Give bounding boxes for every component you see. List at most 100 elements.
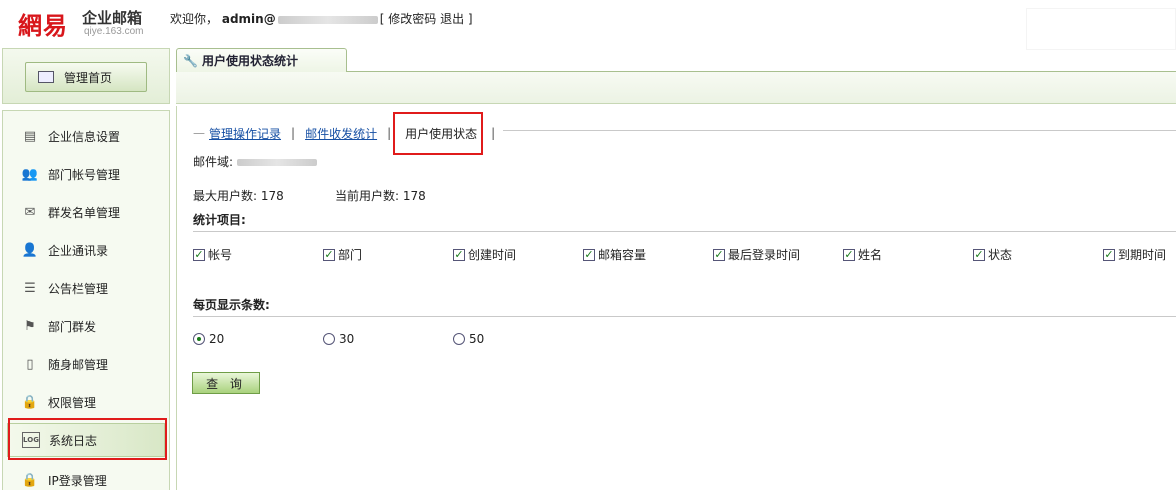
- tab-bar: 🔧 用户使用状态统计: [176, 48, 1176, 72]
- stat-item-checkbox[interactable]: ✓ 最后登录时间: [713, 246, 800, 263]
- sidebar-item-label: 企业通讯录: [48, 243, 109, 258]
- sidebar-home-panel: 管理首页: [2, 48, 170, 104]
- stat-items-title: 统计项目:: [193, 213, 246, 227]
- stat-item-checkbox[interactable]: ✓ 状态: [973, 246, 1012, 263]
- radio-icon[interactable]: [453, 333, 465, 345]
- sidebar-item-8[interactable]: LOG 系统日志: [7, 423, 165, 457]
- stat-items-divider: [193, 231, 1176, 232]
- sidebar-item-5[interactable]: ⚑ 部门群发: [7, 309, 165, 343]
- department-mail-icon: ⚑: [24, 318, 36, 334]
- stat-item-checkbox[interactable]: ✓ 帐号: [193, 246, 232, 263]
- sidebar-item-label: 随身邮管理: [48, 357, 109, 372]
- admin-home-button[interactable]: 管理首页: [25, 62, 147, 92]
- stat-item-checkbox[interactable]: ✓ 邮箱容量: [583, 246, 646, 263]
- admin-home-label: 管理首页: [64, 70, 113, 85]
- per-page-radio[interactable]: 50: [453, 332, 484, 346]
- per-page-label: 20: [209, 332, 225, 346]
- header: 網易 企业邮箱 qiye.163.com 欢迎你， admin@ [ 修改密码 退…: [0, 0, 1176, 50]
- ip-lock-icon: 🔒: [21, 472, 39, 488]
- stat-item-label: 到期时间: [1118, 248, 1167, 262]
- checkbox-check-icon[interactable]: ✓: [193, 248, 205, 261]
- main-content: — 管理操作记录 | 邮件收发统计 | 用户使用状态 | 邮件域: 最大用户数:…: [176, 106, 1176, 490]
- change-password-link[interactable]: 修改密码: [388, 12, 436, 26]
- checkbox-check-icon[interactable]: ✓: [583, 248, 595, 261]
- username: admin@: [221, 12, 276, 26]
- wrench-icon: 🔧: [183, 53, 198, 68]
- lock-icon: 🔒: [21, 394, 39, 410]
- stat-item-checkbox[interactable]: ✓ 姓名: [843, 246, 882, 263]
- per-page-divider: [193, 316, 1176, 317]
- sidebar-item-label: 部门群发: [48, 319, 97, 334]
- stat-item-label: 邮箱容量: [598, 248, 647, 262]
- sidebar-item-label: 部门帐号管理: [48, 167, 121, 182]
- bracket-close: ]: [467, 12, 473, 26]
- sidebar-item-7[interactable]: 🔒 权限管理: [7, 385, 165, 419]
- stat-item-label: 最后登录时间: [728, 248, 801, 262]
- subnav-separator: |: [283, 126, 304, 140]
- sidebar-item-2[interactable]: ✉ 群发名单管理: [7, 195, 165, 229]
- stat-item-label: 姓名: [858, 248, 883, 262]
- home-icon: [38, 71, 54, 83]
- checkbox-check-icon[interactable]: ✓: [453, 248, 465, 261]
- max-users: 最大用户数: 178: [193, 189, 284, 203]
- sidebar-item-6[interactable]: ▯ 随身邮管理: [7, 347, 165, 381]
- sidebar-item-label: 公告栏管理: [48, 281, 109, 296]
- sidebar-item-3[interactable]: 👤 企业通讯录: [7, 233, 165, 267]
- sidebar-nav: ▤ 企业信息设置 👥 部门帐号管理 ✉ 群发名单管理 👤 企业通讯录 ☰ 公告栏管理 ⚑ 部门群发 ▯ 随…: [2, 110, 170, 490]
- header-blank-panel: [1026, 8, 1176, 50]
- per-page-title: 每页显示条数:: [193, 298, 270, 312]
- per-page-label: 50: [469, 332, 485, 346]
- contacts-icon: 👤: [21, 242, 39, 258]
- stat-item-label: 帐号: [208, 248, 233, 262]
- tab-user-status-stats[interactable]: 🔧 用户使用状态统计: [176, 48, 347, 72]
- sidebar-item-4[interactable]: ☰ 公告栏管理: [7, 271, 165, 305]
- checkbox-check-icon[interactable]: ✓: [1103, 248, 1115, 261]
- subnav-admin-log-link[interactable]: 管理操作记录: [207, 124, 284, 142]
- radio-icon[interactable]: [323, 333, 335, 345]
- subnav-separator: |: [483, 126, 504, 140]
- checkbox-check-icon[interactable]: ✓: [323, 248, 335, 261]
- welcome-text: 欢迎你，: [170, 12, 219, 26]
- main-toolbar-strip: [176, 72, 1176, 104]
- logo-subtitle: qiye.163.com: [84, 26, 144, 37]
- redacted-domain: [277, 15, 378, 24]
- stat-item-checkbox[interactable]: ✓ 到期时间: [1103, 246, 1166, 263]
- logout-link[interactable]: 退出: [440, 12, 464, 26]
- subnav-separator: |: [379, 126, 400, 140]
- subnav-mail-stats-link[interactable]: 邮件收发统计: [303, 124, 380, 142]
- subnav-user-status-current[interactable]: 用户使用状态: [399, 124, 484, 142]
- bulletin-icon: ☰: [24, 280, 36, 296]
- checkbox-check-icon[interactable]: ✓: [973, 248, 985, 261]
- checkbox-check-icon[interactable]: ✓: [713, 248, 725, 261]
- sidebar-item-label: 群发名单管理: [48, 205, 121, 220]
- stat-item-label: 状态: [988, 248, 1013, 262]
- sidebar-item-label: 系统日志: [49, 433, 98, 448]
- stat-item-checkbox[interactable]: ✓ 创建时间: [453, 246, 516, 263]
- radio-icon[interactable]: [193, 333, 205, 345]
- sidebar-item-label: 权限管理: [48, 395, 97, 410]
- sidebar-item-0[interactable]: ▤ 企业信息设置: [7, 119, 165, 153]
- sidebar-item-label: 企业信息设置: [48, 129, 121, 144]
- checkbox-check-icon[interactable]: ✓: [843, 248, 855, 261]
- subnav-dash: —: [193, 126, 207, 140]
- enterprise-settings-icon: ▤: [23, 128, 37, 144]
- netease-logo: 網易: [18, 11, 68, 40]
- sidebar-item-1[interactable]: 👥 部门帐号管理: [7, 157, 165, 191]
- sidebar-item-9[interactable]: 🔒 IP登录管理: [7, 463, 165, 497]
- per-page-label: 30: [339, 332, 355, 346]
- redacted-domain-value: [237, 159, 318, 166]
- stat-item-label: 部门: [338, 248, 363, 262]
- per-page-radio[interactable]: 20: [193, 332, 224, 346]
- sidebar-item-label: IP登录管理: [48, 473, 107, 488]
- stat-item-checkbox[interactable]: ✓ 部门: [323, 246, 362, 263]
- tab-label: 用户使用状态统计: [201, 54, 298, 68]
- log-icon: LOG: [22, 432, 40, 448]
- current-users: 当前用户数: 178: [335, 189, 426, 203]
- logo-title: 企业邮箱: [82, 9, 143, 27]
- domain-label: 邮件域:: [193, 155, 234, 169]
- per-page-radio[interactable]: 30: [323, 332, 354, 346]
- mail-list-icon: ✉: [24, 204, 36, 220]
- query-button[interactable]: 查 询: [192, 372, 260, 394]
- sub-navigation: — 管理操作记录 | 邮件收发统计 | 用户使用状态 |: [193, 124, 504, 142]
- welcome-bar: 欢迎你， admin@ [ 修改密码 退出 ]: [170, 10, 473, 27]
